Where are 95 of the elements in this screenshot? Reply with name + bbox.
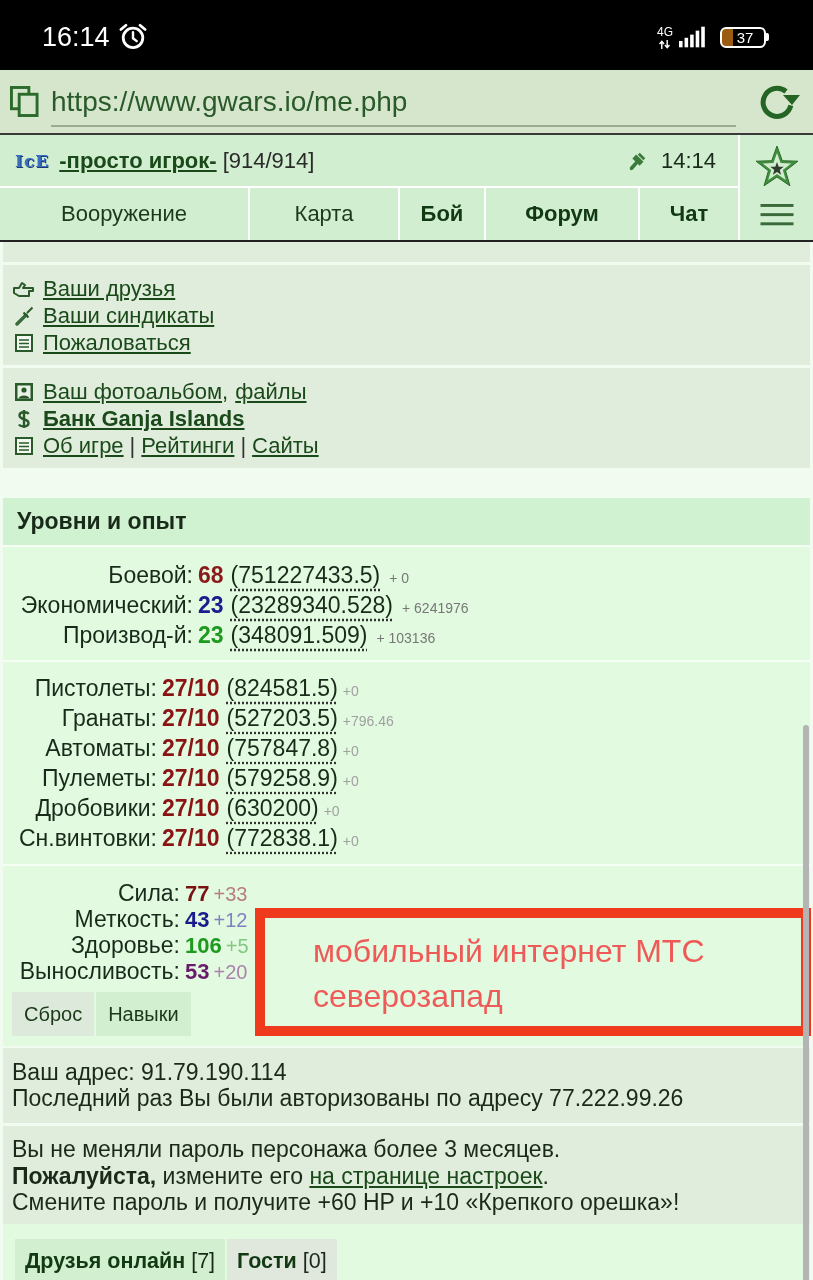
skill-value: 27/10 (162, 824, 220, 853)
stat-bonus: +5 (225, 934, 249, 959)
stat-bonus: +20 (213, 960, 248, 985)
experience-gain: + 6241976 (402, 599, 469, 618)
skill-value: 27/10 (162, 704, 220, 733)
alarm-clock-icon (117, 22, 148, 50)
network-type: 4G (657, 25, 673, 38)
experience-gain: + 103136 (376, 629, 436, 648)
stats-button[interactable]: Сброс (12, 992, 95, 1036)
stat-label: Сила: (116, 880, 180, 906)
experience-value: (751227433.5) (230, 561, 381, 590)
clock-time: 16:14 (42, 20, 110, 53)
stat-bonus: +12 (213, 908, 248, 933)
stat-label: Выносливость: (18, 958, 180, 984)
portrait-icon (13, 381, 35, 402)
menu-link[interactable]: Об игре (43, 432, 124, 459)
battery-indicator: 37 (720, 26, 769, 48)
level-label: Боевой: (107, 561, 193, 590)
experience-value: (824581.5) (226, 674, 338, 703)
skill-label: Пулеметы: (40, 764, 157, 793)
link-separator: | (240, 432, 247, 459)
experience-value: (772838.1) (226, 824, 338, 853)
address-text: Последний раз Вы были авторизованы по адресу 77.222.99.26 (12, 1085, 685, 1111)
link-separator: | (129, 432, 136, 459)
experience-value: (23289340.528) (230, 591, 393, 620)
experience-gain: +796.46 (342, 712, 394, 731)
stat-value: 106 (185, 933, 222, 959)
experience-value: (348091.509) (230, 621, 368, 650)
stat-value: 77 (185, 881, 210, 907)
stats-button[interactable]: Навыки (96, 992, 191, 1036)
stat-label: Меткость: (73, 906, 180, 932)
experience-value: (630200) (226, 794, 319, 823)
password-hint: Пожалуйста, измените его на странице настроек. (12, 1162, 550, 1189)
skill-label: Пистолеты: (33, 674, 157, 703)
skill-label: Гранаты: (60, 704, 157, 733)
skill-label: Дробовики: (34, 794, 157, 823)
nav-tab[interactable]: Вооружение (0, 188, 248, 240)
experience-gain: +0 (342, 742, 359, 761)
level-label: Производ-й: (61, 621, 193, 650)
skill-value: 27/10 (162, 674, 220, 703)
address-text: Ваш адрес: 91.79.190.114 (12, 1059, 288, 1085)
nav-tab[interactable]: Карта (250, 188, 398, 240)
experience-gain: +0 (342, 832, 359, 851)
dollar-icon (16, 407, 32, 430)
nav-tab[interactable]: Чат (640, 188, 738, 240)
link-separator: , (222, 378, 229, 405)
friends-tab[interactable]: Друзья онлайн [7] (15, 1238, 226, 1280)
server-time: 14:14 (660, 147, 716, 174)
experience-gain: +0 (342, 772, 359, 791)
experience-value: (527203.5) (226, 704, 338, 733)
level-value: 23 (198, 591, 224, 620)
experience-gain: + 0 (389, 569, 410, 588)
experience-value: (579258.9) (226, 764, 338, 793)
menu-link[interactable]: Сайты (252, 432, 319, 459)
document-icon (13, 332, 35, 353)
level-value: 68 (198, 561, 224, 590)
data-arrows-icon (659, 39, 671, 49)
dagger-icon (13, 305, 35, 326)
stat-bonus: +33 (213, 882, 248, 907)
menu-link[interactable]: Пожаловаться (43, 329, 191, 356)
menu-icon[interactable] (759, 204, 794, 226)
nav-tab[interactable]: Форум (486, 188, 638, 240)
skill-label: Сн.винтовки: (17, 824, 157, 853)
skill-value: 27/10 (162, 764, 220, 793)
skill-value: 27/10 (162, 734, 220, 763)
document-icon (13, 435, 35, 456)
level-label: Экономический: (19, 591, 193, 620)
annotation-text: мобильный интернет МТС северозапад (313, 932, 706, 1016)
stat-value: 53 (185, 959, 210, 985)
menu-link[interactable]: Банк Ganja Islands (43, 405, 245, 432)
signal-icon (679, 26, 706, 48)
friends-tab[interactable]: Гости [0] (227, 1238, 337, 1280)
menu-link[interactable]: Рейтинги (141, 432, 235, 459)
skill-label: Автоматы: (44, 734, 157, 763)
skill-value: 27/10 (162, 794, 220, 823)
section-title: Уровни и опыт (3, 498, 810, 545)
nickname-link[interactable]: -просто игрок- (59, 147, 217, 174)
tabs-icon[interactable] (10, 86, 39, 117)
experience-value: (757847.8) (226, 734, 338, 763)
logo[interactable]: IcE (15, 150, 50, 171)
stat-value: 43 (185, 907, 210, 933)
menu-link[interactable]: Ваш фотоальбом (43, 378, 223, 405)
health-counter: [914/914] (222, 147, 315, 174)
menu-link[interactable]: Ваши синдикаты (43, 302, 215, 329)
experience-gain: +0 (323, 802, 340, 821)
password-warning: Вы не меняли пароль персонажа более 3 месяцев. (12, 1136, 562, 1163)
menu-link[interactable]: Ваши друзья (43, 275, 176, 302)
scrollbar[interactable] (803, 725, 809, 1280)
settings-link[interactable]: на странице настроек (309, 1162, 543, 1189)
experience-gain: +0 (342, 682, 359, 701)
password-reward: Смените пароль и получите +60 HP и +10 «Крепкого орешка»! (12, 1189, 681, 1216)
nav-tab[interactable]: Бой (400, 188, 484, 240)
menu-link[interactable]: файлы (235, 378, 307, 405)
level-value: 23 (198, 621, 224, 650)
stat-label: Здоровье: (69, 932, 180, 958)
